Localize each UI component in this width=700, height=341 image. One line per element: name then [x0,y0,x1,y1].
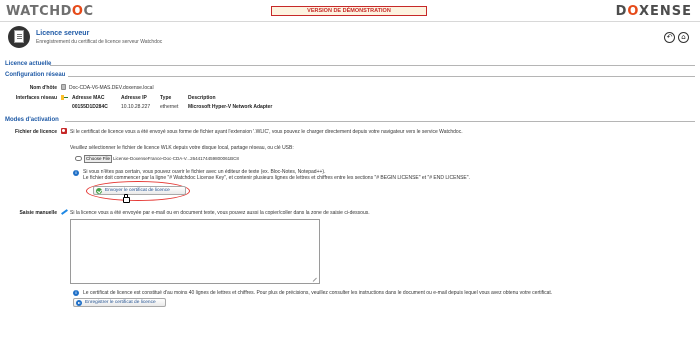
resize-grip-icon[interactable] [313,277,318,282]
hostname-value: Doc-CDA-V6-MAS.DEV.doxense.local [69,85,154,91]
section-licence-actuelle: Licence actuelle [5,61,52,67]
col-header-mac: Adresse MAC [72,95,105,101]
page-subtitle: Enregistrement du certificat de licence … [36,39,163,45]
back-arrow-icon[interactable]: ↶ [664,32,675,43]
section-configuration-reseau: Configuration réseau [5,72,66,78]
table-cell-type: ethernet [160,104,179,110]
manual-note: Le certificat de licence est constitué d… [83,290,553,296]
top-bar: WATCHDOC VERSION DE DÉMONSTRATION DOXENS… [0,0,700,22]
info-icon: i [73,290,79,296]
section-modes-activation: Modes d'activation [5,117,59,123]
table-cell-mac: 00155D1D284C [72,104,108,110]
choose-file-button[interactable]: Choose File [84,155,112,163]
license-text-area[interactable] [70,219,320,284]
saisie-manuelle-label: Saisie manuelle [19,210,57,216]
col-header-ip: Adresse IP [121,95,147,101]
save-certificate-label: Enregistrer le certificat de licence [85,300,156,305]
pencil-icon [61,209,68,215]
col-header-type: Type [160,95,172,101]
table-cell-description: Microsoft Hyper-V Network Adapter [188,104,273,110]
fichier-licence-label: Fichier de licence [15,129,57,135]
section-divider [68,76,695,77]
license-document-icon [8,26,30,48]
page-title: Licence serveur [36,30,90,37]
page-header: Licence serveur Enregistrement du certif… [0,23,700,53]
watchdoc-logo[interactable]: WATCHDOC [6,4,94,19]
server-icon [61,84,66,90]
arrow-right-icon [76,300,82,306]
table-cell-ip: 10.10.28.227 [121,104,151,110]
send-certificate-button[interactable]: Envoyer le certificat de licence [93,186,186,195]
save-certificate-button[interactable]: Enregistrer le certificat de licence [73,298,166,307]
doxense-logo[interactable]: DOXENSE [616,4,692,19]
certificate-icon [61,128,67,134]
select-file-instructions: Veuillez sélectionner le fichier de lice… [70,145,294,151]
info-icon: i [73,170,79,176]
home-icon[interactable]: ⌂ [678,32,689,43]
hand-cursor-icon [123,194,130,203]
section-divider [65,121,695,122]
saisie-intro: Si la licence vous a été envoyée par e-m… [70,210,370,216]
selected-file-name: License-DoxenseFrance-Doc-CDA-V...264417… [113,156,239,161]
col-header-description: Description [188,95,216,101]
paperclip-icon [75,156,82,161]
demo-banner: VERSION DE DÉMONSTRATION [271,6,427,16]
interfaces-label: Interfaces réseau [15,95,57,101]
send-certificate-label: Envoyer le certificat de licence [105,188,170,193]
section-divider [50,65,695,66]
fichier-intro: Si le certificat de licence vous a été e… [70,129,463,135]
checkmark-icon [96,188,102,194]
network-icon [61,95,68,100]
hostname-label: Nom d'hôte [29,85,57,91]
